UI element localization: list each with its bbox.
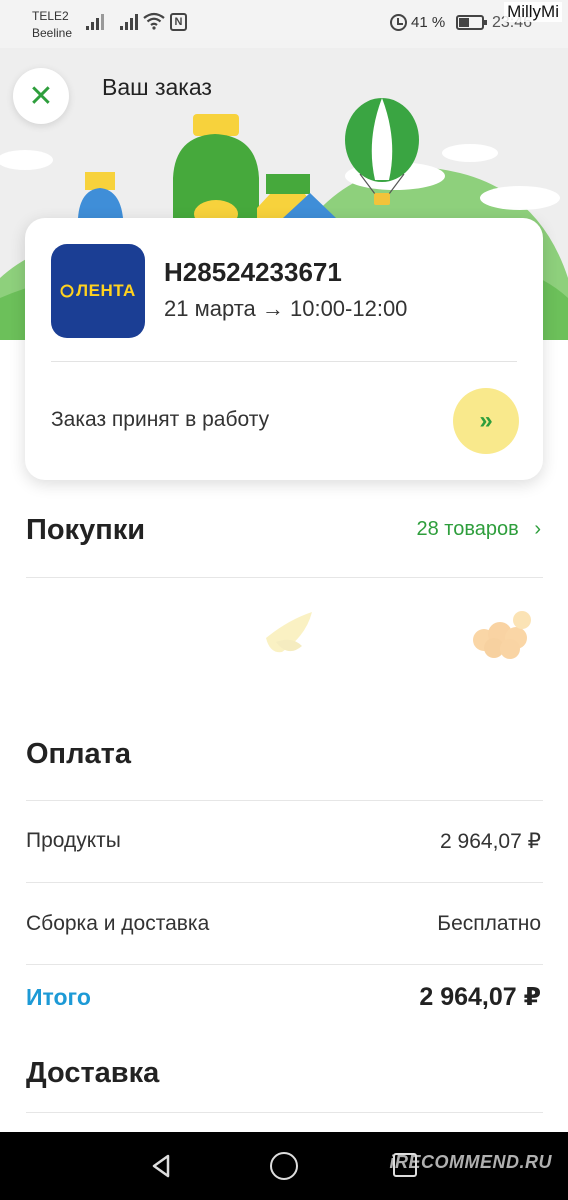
order-status-button[interactable]: » xyxy=(453,388,519,454)
total-label: Итого xyxy=(26,984,91,1010)
wifi-icon xyxy=(143,12,165,30)
divider xyxy=(26,800,543,801)
watermark-user: MillyMi xyxy=(504,2,562,22)
alarm-icon xyxy=(390,14,407,31)
product-thumbnail-banana[interactable] xyxy=(258,608,322,660)
watermark-site: iRECOMMEND.RU xyxy=(389,1152,552,1172)
payment-row-value: 2 964,07 ₽ xyxy=(440,830,541,853)
order-status: Заказ принят в работу xyxy=(51,408,270,431)
carrier-1: TELE2 xyxy=(32,9,69,23)
chevron-right-icon: › xyxy=(534,518,541,540)
payment-row-value: Бесплатно xyxy=(437,912,541,935)
card-divider xyxy=(51,361,517,362)
store-logo-text: ЛЕНТА xyxy=(76,281,136,300)
delivery-title: Доставка xyxy=(26,1057,160,1089)
purchases-count-label: 28 товаров xyxy=(416,518,519,540)
home-icon[interactable] xyxy=(270,1152,298,1180)
nfc-icon: N xyxy=(170,13,187,31)
order-card: ЛЕНТА H28524233671 21 марта → 10:00-12:0… xyxy=(25,218,543,480)
purchases-title: Покупки xyxy=(26,514,146,546)
purchases-count-link[interactable]: 28 товаров › xyxy=(417,518,542,541)
payment-row-label: Сборка и доставка xyxy=(26,912,210,935)
order-number: H28524233671 xyxy=(164,257,342,287)
carrier-labels: TELE2 Beeline xyxy=(32,8,72,42)
navigation-bar: iRECOMMEND.RU xyxy=(0,1132,568,1200)
carrier-2: Beeline xyxy=(32,26,73,40)
back-icon[interactable] xyxy=(148,1152,176,1180)
divider xyxy=(26,964,543,965)
flower-icon xyxy=(60,284,74,298)
signal-2-icon xyxy=(120,14,138,30)
double-chevron-right-icon: » xyxy=(479,407,493,434)
battery-icon xyxy=(456,15,487,30)
close-icon: ✕ xyxy=(28,79,54,113)
delivery-slot: 21 марта → 10:00-12:00 xyxy=(164,296,408,321)
divider xyxy=(26,577,543,578)
page-title: Ваш заказ xyxy=(102,74,212,100)
battery-percent: 41 % xyxy=(411,14,446,31)
payment-row-label: Продукты xyxy=(26,829,121,852)
product-thumbnail-oranges[interactable] xyxy=(468,606,538,662)
status-bar: TELE2 Beeline N 41 % 23:46 MillyMi xyxy=(0,0,568,48)
total-value: 2 964,07 ₽ xyxy=(419,983,541,1011)
payment-title: Оплата xyxy=(26,738,131,770)
divider xyxy=(26,1112,543,1113)
signal-1-icon xyxy=(86,14,104,30)
store-logo: ЛЕНТА xyxy=(51,244,145,338)
close-button[interactable]: ✕ xyxy=(13,68,69,124)
divider xyxy=(26,882,543,883)
